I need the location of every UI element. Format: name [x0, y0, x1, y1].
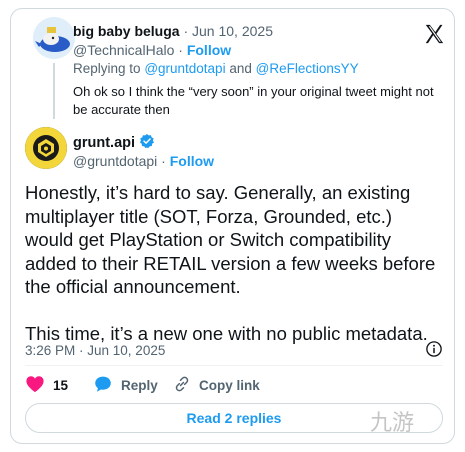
tweet-paragraph: Honestly, it’s hard to say. Generally, a… — [25, 182, 436, 297]
author-name[interactable]: grunt.api — [73, 135, 135, 151]
tweet-text: Honestly, it’s hard to say. Generally, a… — [25, 181, 445, 345]
like-button[interactable]: 15 — [25, 375, 93, 396]
separator: · — [178, 42, 183, 58]
watermark: 九游 — [370, 411, 415, 436]
copy-link-label: Copy link — [199, 378, 260, 393]
replying-prefix: Replying to — [73, 61, 141, 76]
reply-bubble-icon — [93, 375, 113, 396]
mention-reflectionsyy[interactable]: @ReFlectionsYY — [256, 61, 359, 76]
info-icon[interactable] — [425, 340, 443, 358]
parent-handle[interactable]: @TechnicalHalo — [73, 42, 174, 58]
author-follow-button[interactable]: Follow — [170, 153, 214, 169]
heart-icon — [25, 375, 45, 396]
x-logo-icon[interactable] — [423, 23, 445, 45]
parent-avatar[interactable] — [33, 17, 75, 59]
divider — [25, 365, 443, 366]
reply-label: Reply — [121, 378, 158, 393]
parent-date[interactable]: · Jun 10, 2025 — [183, 23, 273, 39]
copy-link-button[interactable]: Copy link — [173, 375, 260, 396]
author-name-row[interactable]: grunt.api — [73, 133, 155, 153]
parent-name[interactable]: big baby beluga — [73, 23, 180, 39]
replying-to: Replying to @gruntdotapi and @ReFlection… — [73, 61, 359, 76]
parent-handle-row: @TechnicalHalo · Follow — [73, 42, 231, 58]
parent-text: Oh ok so I think the “very soon” in your… — [73, 84, 434, 117]
author-handle-row: @gruntdotapi · Follow — [73, 153, 214, 169]
action-bar: 15 Reply Copy link — [25, 375, 260, 396]
tweet-paragraph: This time, it’s a new one with no public… — [25, 322, 428, 344]
tweet-card: big baby beluga · Jun 10, 2025 @Technica… — [10, 8, 455, 444]
author-handle[interactable]: @gruntdotapi — [73, 153, 157, 169]
thread-line — [53, 63, 55, 119]
link-icon — [173, 375, 191, 396]
parent-follow-button[interactable]: Follow — [187, 42, 231, 58]
separator: · — [161, 153, 166, 169]
like-count: 15 — [53, 378, 69, 393]
mention-gruntdotapi[interactable]: @gruntdotapi — [144, 61, 225, 76]
author-avatar[interactable] — [25, 127, 67, 169]
replying-and: and — [229, 61, 252, 76]
tweet-timestamp[interactable]: 3:26 PM · Jun 10, 2025 — [25, 343, 165, 358]
parent-author[interactable]: big baby beluga · Jun 10, 2025 — [73, 23, 273, 39]
verified-badge-icon — [139, 133, 155, 153]
reply-button[interactable]: Reply — [93, 375, 173, 396]
